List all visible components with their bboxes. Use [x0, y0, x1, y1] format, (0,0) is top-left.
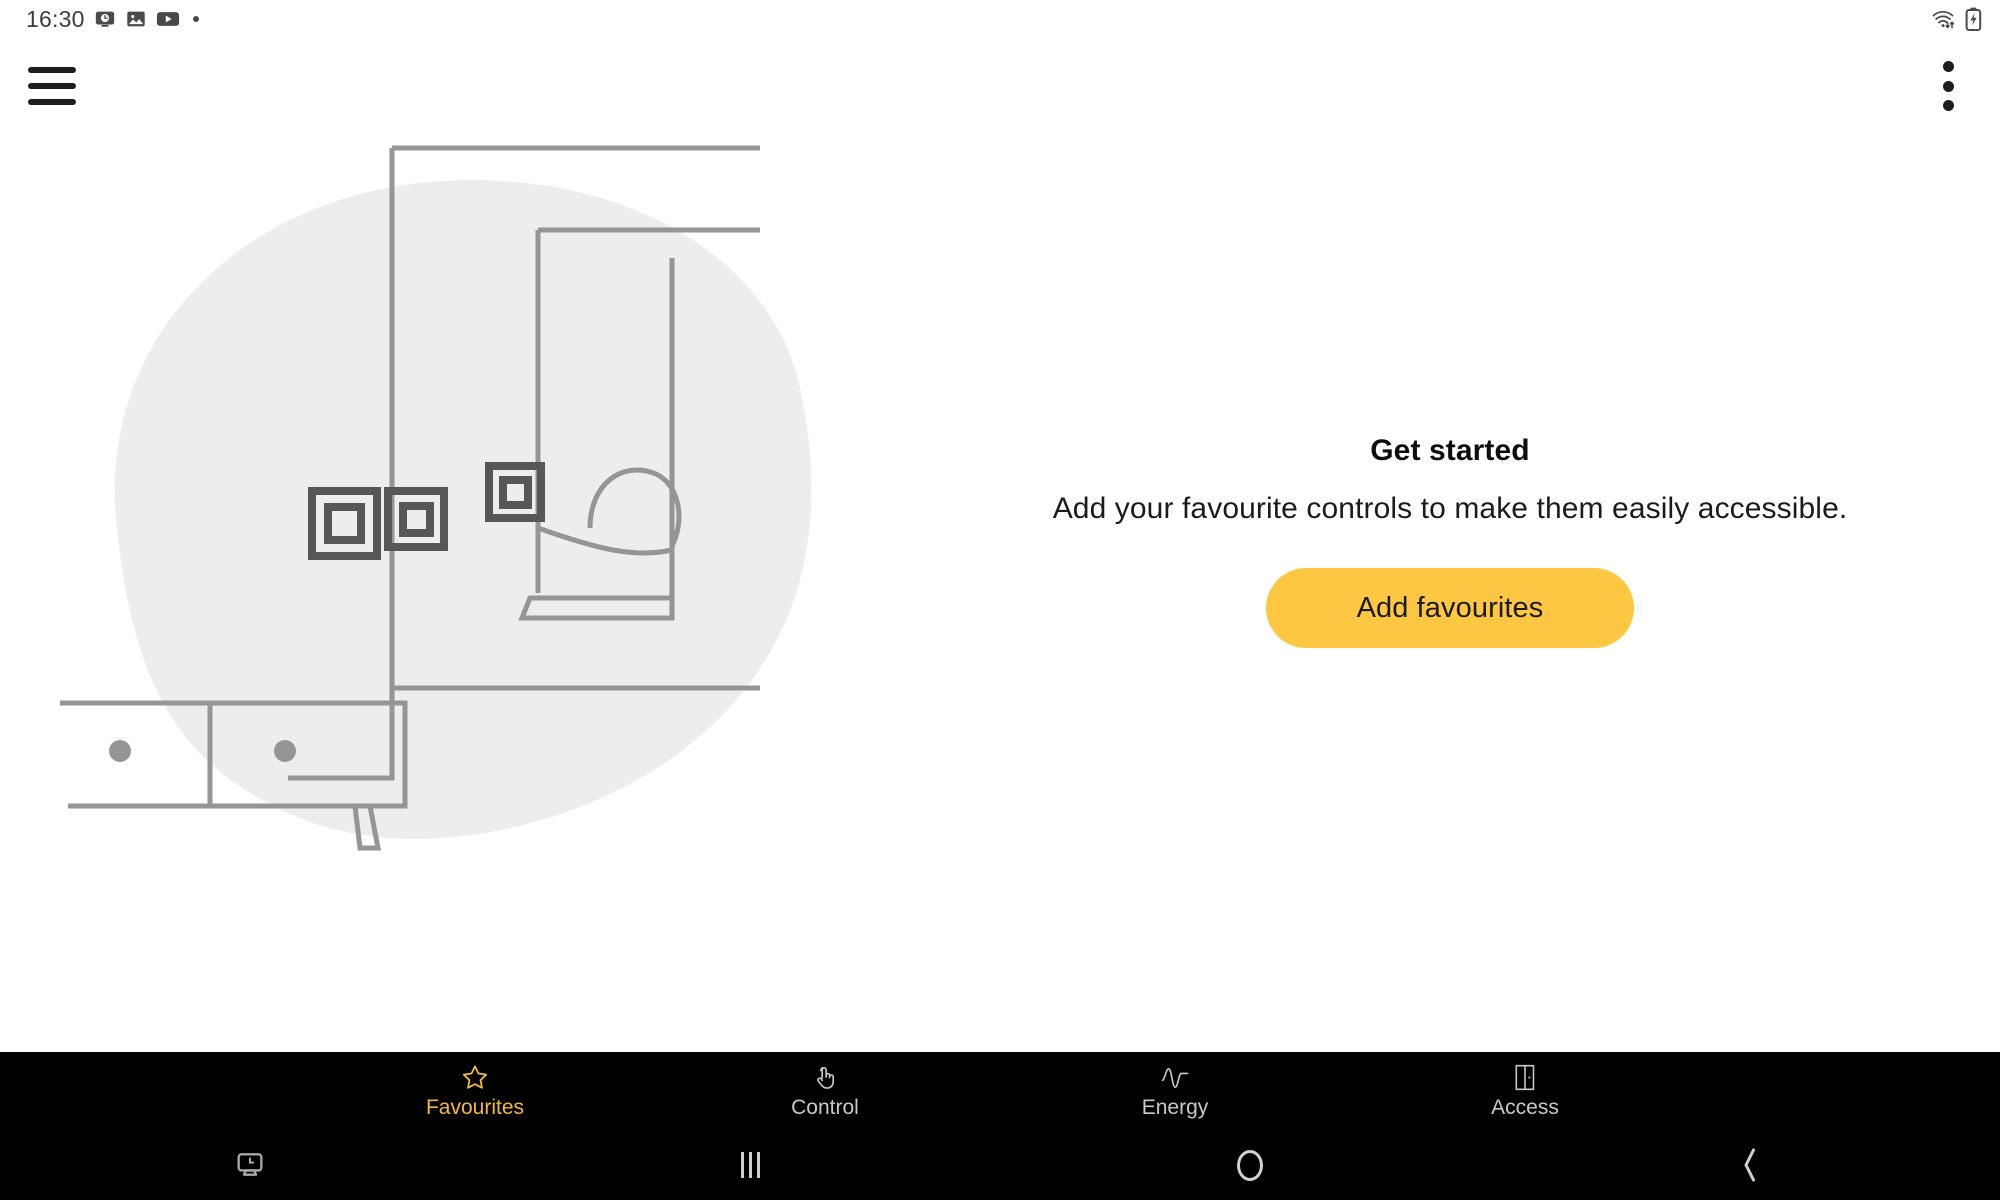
youtube-icon — [156, 12, 179, 26]
screen-clock-icon — [237, 1153, 263, 1176]
nav-tab-label: Energy — [1141, 1095, 1209, 1119]
add-favourites-button[interactable]: Add favourites — [1266, 568, 1634, 648]
nav-tab-access[interactable]: Access — [1350, 1063, 1700, 1120]
system-screen-capture-button[interactable] — [0, 1130, 500, 1200]
sideboard-knob — [109, 740, 131, 762]
nav-tab-label: Access — [1491, 1095, 1559, 1119]
recents-bar — [756, 1152, 760, 1178]
kebab-dot — [1942, 80, 1954, 92]
hamburger-line — [28, 67, 76, 73]
page-title: Get started — [1370, 434, 1530, 467]
app-screen: 16:30 Get started Add your favourite con… — [0, 0, 2000, 1200]
pulse-wave-icon — [1159, 1063, 1191, 1093]
gallery-icon — [126, 11, 145, 27]
status-bar-left: 16:30 — [26, 6, 199, 33]
kebab-dot — [1942, 61, 1954, 72]
status-bar-right — [1931, 7, 1982, 31]
recents-bar — [740, 1152, 744, 1178]
recents-bar — [748, 1152, 752, 1178]
nav-tab-label: Control — [791, 1095, 859, 1119]
system-home-button[interactable] — [1000, 1130, 1500, 1200]
nav-tab-control[interactable]: Control — [650, 1063, 1000, 1120]
battery-charging-icon — [1965, 7, 1982, 31]
page-subtitle: Add your favourite controls to make them… — [1052, 492, 1848, 525]
app-bottom-navigation: Favourites Control Energy Access — [0, 1052, 2000, 1130]
system-status-bar: 16:30 — [0, 0, 2000, 38]
system-back-button[interactable] — [1500, 1130, 2000, 1200]
overflow-menu-icon[interactable] — [1920, 55, 1976, 117]
star-icon — [460, 1063, 490, 1093]
nav-tab-favourites[interactable]: Favourites — [300, 1063, 650, 1120]
get-started-panel: Get started Add your favourite controls … — [985, 434, 1915, 648]
empty-favourites-room-illustration — [60, 145, 812, 851]
wifi-transfer-icon — [1932, 10, 1955, 29]
nav-tab-energy[interactable]: Energy — [1000, 1063, 1350, 1120]
system-recents-button[interactable] — [500, 1130, 1000, 1200]
blob-background — [114, 180, 812, 840]
home-icon — [1237, 1149, 1263, 1181]
back-chevron-icon — [1744, 1148, 1755, 1182]
more-notifications-dot — [192, 16, 199, 22]
recents-icon — [740, 1152, 760, 1178]
main-content: Get started Add your favourite controls … — [0, 134, 2000, 1052]
screen-recorder-icon — [95, 11, 114, 27]
sideboard-knob — [274, 740, 296, 762]
hand-tap-icon — [811, 1063, 839, 1093]
nav-tab-label: Favourites — [425, 1095, 525, 1119]
status-clock: 16:30 — [26, 5, 85, 32]
android-system-navigation — [0, 1130, 2000, 1200]
door-icon — [1512, 1063, 1538, 1093]
kebab-dot — [1942, 100, 1954, 111]
